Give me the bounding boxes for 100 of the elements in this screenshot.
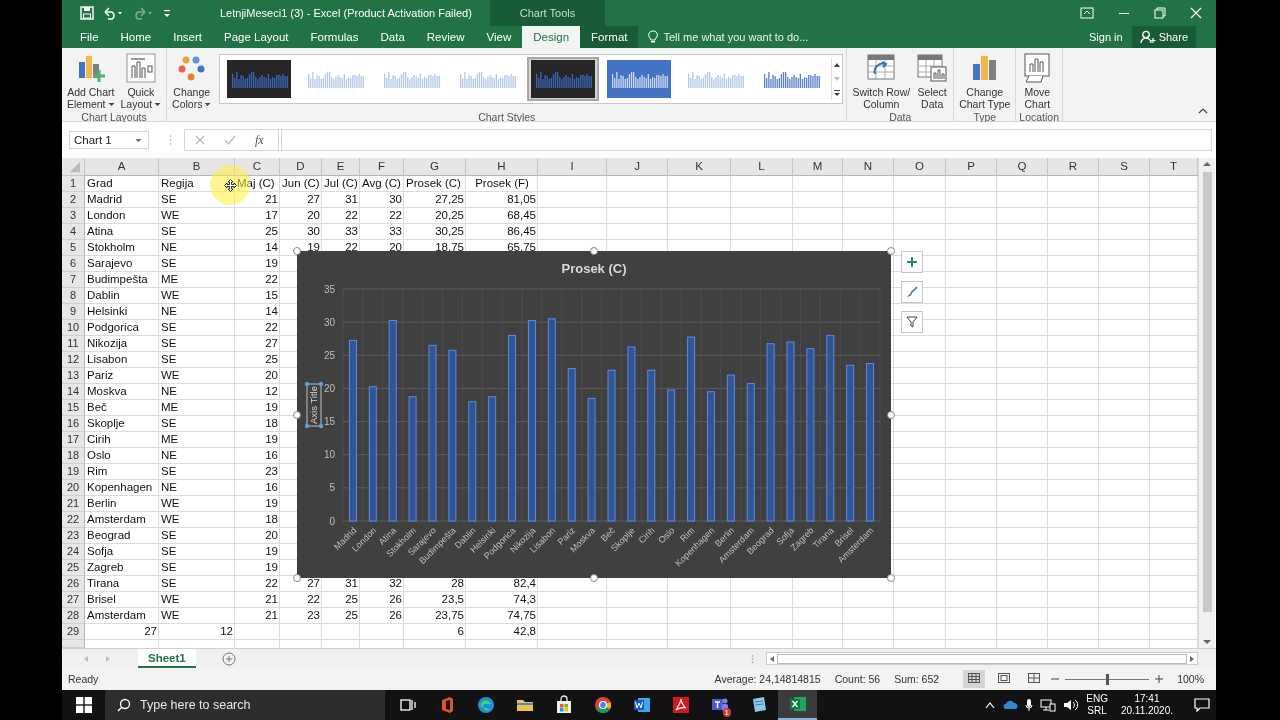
- row-header[interactable]: 4: [62, 224, 85, 240]
- column-header[interactable]: D: [280, 158, 322, 176]
- horizontal-scrollbar[interactable]: [766, 652, 1198, 665]
- column-header[interactable]: S: [1099, 158, 1150, 176]
- row-header[interactable]: 16: [62, 416, 85, 432]
- row-header[interactable]: 2: [62, 192, 85, 208]
- resize-handle[interactable]: [887, 574, 895, 582]
- row-header[interactable]: 3: [62, 208, 85, 224]
- row-header[interactable]: 17: [62, 432, 85, 448]
- resize-handle[interactable]: [293, 247, 301, 255]
- column-header[interactable]: R: [1048, 158, 1099, 176]
- resize-handle[interactable]: [887, 410, 895, 419]
- column-header[interactable]: M: [793, 158, 843, 176]
- ribbon-button[interactable]: Move Chart: [1019, 51, 1056, 111]
- scroll-thumb[interactable]: [1202, 172, 1212, 612]
- display-options-icon[interactable]: [1080, 7, 1094, 19]
- column-header[interactable]: L: [731, 158, 793, 176]
- sign-in-link[interactable]: Sign in: [1080, 26, 1132, 48]
- row-header[interactable]: 13: [62, 368, 85, 384]
- formula-input[interactable]: [280, 129, 1212, 151]
- row-header[interactable]: 9: [62, 304, 85, 320]
- language-indicator[interactable]: ENG SRL: [1086, 693, 1108, 717]
- ribbon-button[interactable]: Select Data: [914, 51, 951, 111]
- resize-handle[interactable]: [590, 574, 598, 582]
- row-header[interactable]: 1: [62, 176, 85, 192]
- taskbar-app[interactable]: 1: [700, 690, 739, 720]
- resize-handle[interactable]: [590, 247, 598, 255]
- row-header[interactable]: 29: [62, 624, 85, 640]
- name-box[interactable]: Chart 1: [69, 131, 149, 149]
- row-header[interactable]: 28: [62, 608, 85, 624]
- ribbon-tab[interactable]: File: [69, 26, 110, 48]
- resize-handle[interactable]: [887, 247, 895, 255]
- row-header[interactable]: 24: [62, 544, 85, 560]
- column-header[interactable]: K: [668, 158, 731, 176]
- tell-me-field[interactable]: Tell me what you want to do...: [638, 26, 809, 48]
- row-header[interactable]: 10: [62, 320, 85, 336]
- row-header[interactable]: 21: [62, 496, 85, 512]
- column-header[interactable]: Q: [997, 158, 1048, 176]
- row-header[interactable]: 11: [62, 336, 85, 352]
- ribbon-tab[interactable]: View: [475, 26, 523, 48]
- close-icon[interactable]: [1190, 7, 1202, 19]
- chart-elements-button[interactable]: [901, 251, 923, 273]
- column-header[interactable]: P: [946, 158, 997, 176]
- ribbon-tab[interactable]: Page Layout: [213, 26, 300, 48]
- zoom-level[interactable]: 100%: [1177, 673, 1204, 685]
- ribbon-button[interactable]: Change Colors: [170, 51, 214, 111]
- ribbon-tab[interactable]: Design: [522, 26, 581, 48]
- row-header[interactable]: 20: [62, 480, 85, 496]
- row-header[interactable]: 25: [62, 560, 85, 576]
- row-header[interactable]: 19: [62, 464, 85, 480]
- search-field[interactable]: Type here to search: [105, 690, 385, 720]
- resize-handle[interactable]: [293, 410, 301, 419]
- volume-icon[interactable]: [1063, 698, 1080, 712]
- ribbon-tab[interactable]: Data: [369, 26, 416, 48]
- column-header[interactable]: T: [1150, 158, 1198, 176]
- ribbon-tab[interactable]: Home: [109, 26, 163, 48]
- restore-icon[interactable]: [1154, 7, 1166, 19]
- ribbon-button[interactable]: Change Chart Type: [957, 51, 1013, 111]
- row-header[interactable]: 7: [62, 272, 85, 288]
- network-icon[interactable]: [1040, 698, 1057, 712]
- row-header[interactable]: 27: [62, 592, 85, 608]
- column-header[interactable]: B: [159, 158, 235, 176]
- ribbon-tab[interactable]: Formulas: [299, 26, 370, 48]
- cloud-icon[interactable]: [1002, 700, 1019, 710]
- row-header[interactable]: 6: [62, 256, 85, 272]
- new-sheet-icon[interactable]: [221, 651, 236, 666]
- ribbon-tab[interactable]: Insert: [162, 26, 213, 48]
- row-header[interactable]: 22: [62, 512, 85, 528]
- column-header[interactable]: J: [607, 158, 668, 176]
- column-header[interactable]: C: [235, 158, 280, 176]
- share-button[interactable]: Share: [1131, 26, 1196, 48]
- insert-function-button[interactable]: fx: [255, 132, 264, 148]
- resize-handle[interactable]: [293, 574, 301, 582]
- chart-filters-button[interactable]: [901, 311, 923, 333]
- sheet-tab[interactable]: Sheet1: [138, 649, 196, 668]
- row-header[interactable]: 15: [62, 400, 85, 416]
- column-header[interactable]: G: [404, 158, 466, 176]
- row-header[interactable]: 18: [62, 448, 85, 464]
- chart-style-thumbnail[interactable]: [527, 57, 600, 101]
- column-header[interactable]: N: [843, 158, 894, 176]
- vertical-scrollbar[interactable]: [1198, 158, 1215, 648]
- undo-icon[interactable]: [102, 6, 124, 20]
- row-header[interactable]: 23: [62, 528, 85, 544]
- split-handle-icon[interactable]: [751, 653, 754, 664]
- column-header[interactable]: I: [538, 158, 607, 176]
- notifications-icon[interactable]: [1194, 697, 1210, 713]
- column-header[interactable]: F: [360, 158, 404, 176]
- windows-icon[interactable]: [76, 697, 92, 713]
- collapse-ribbon-icon[interactable]: [1198, 107, 1208, 115]
- row-header[interactable]: 26: [62, 576, 85, 592]
- zoom-in-icon[interactable]: [1155, 675, 1164, 683]
- row-header[interactable]: 8: [62, 288, 85, 304]
- row-header[interactable]: 14: [62, 384, 85, 400]
- ribbon-button[interactable]: Quick Layout: [118, 51, 164, 111]
- ribbon-tab[interactable]: Format: [580, 26, 639, 48]
- column-header[interactable]: O: [894, 158, 946, 176]
- ribbon-tab[interactable]: Review: [415, 26, 476, 48]
- slider-thumb[interactable]: [1106, 673, 1110, 685]
- normal-view-button[interactable]: [963, 670, 986, 688]
- scroll-thumb[interactable]: [776, 653, 1188, 664]
